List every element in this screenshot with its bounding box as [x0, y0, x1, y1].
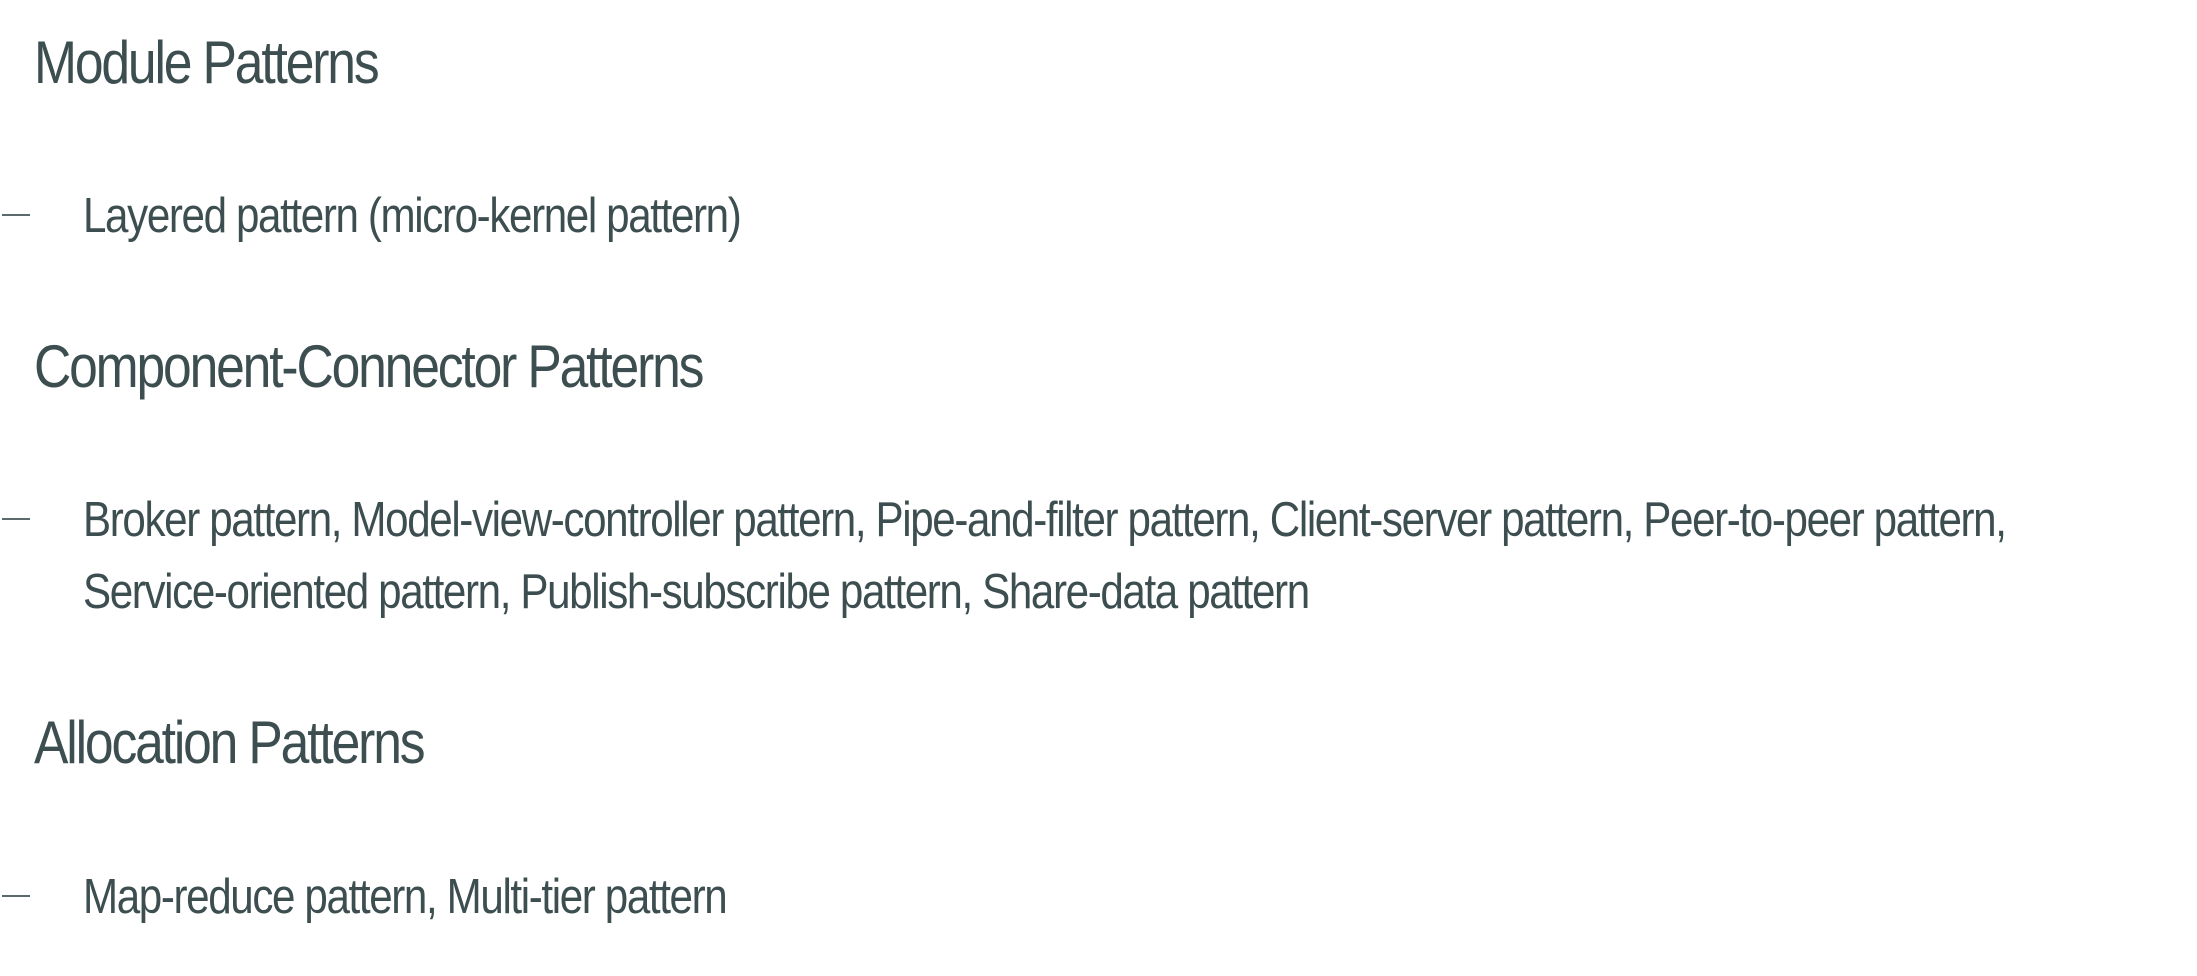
section-heading-component-connector-patterns: Component-Connector Patterns	[34, 333, 704, 400]
slide: Module Patterns Layered pattern (micro-k…	[0, 0, 2197, 976]
bullet-text: Map-reduce pattern, Multi-tier pattern	[83, 870, 728, 924]
bullet-text-line-2: Service-oriented pattern, Publish-subscr…	[83, 565, 1310, 619]
bullet-text: Layered pattern (micro-kernel pattern)	[83, 189, 742, 243]
bullet-text-line-1: Broker pattern, Model-view-controller pa…	[83, 493, 2007, 547]
bullet-dash-icon	[2, 518, 30, 520]
bullet-dash-icon	[2, 895, 30, 897]
section-heading-module-patterns: Module Patterns	[34, 29, 380, 96]
section-heading-allocation-patterns: Allocation Patterns	[34, 709, 426, 776]
bullet-dash-icon	[2, 214, 30, 216]
